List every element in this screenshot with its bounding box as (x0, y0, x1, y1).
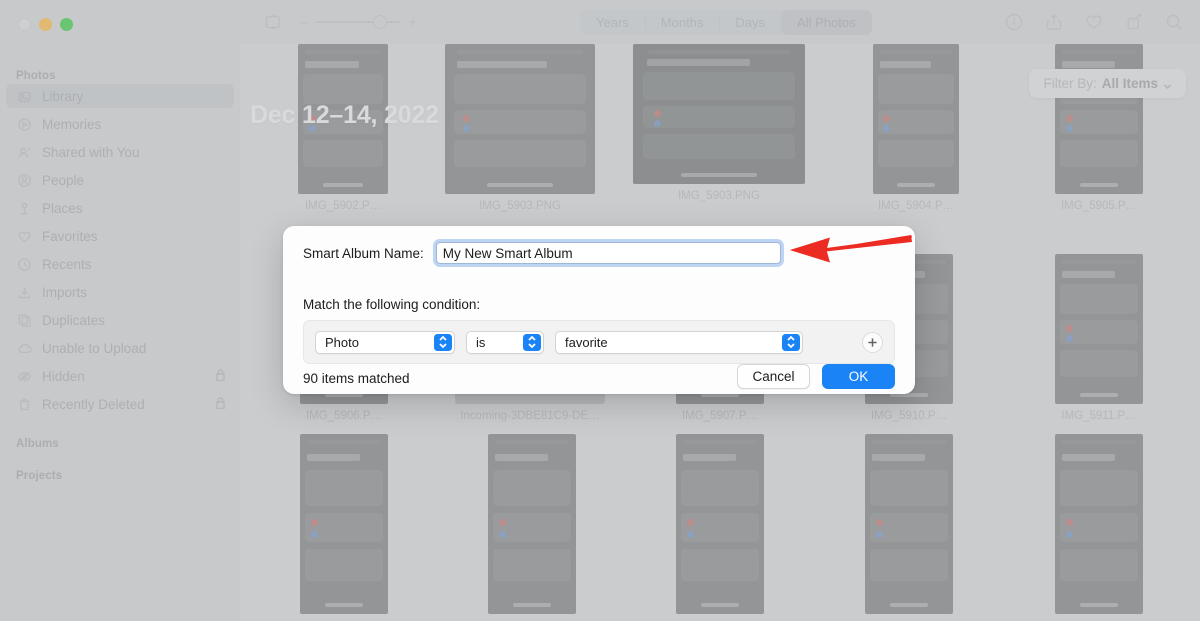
plus-icon (868, 337, 877, 347)
items-matched-status: 90 items matched (303, 371, 410, 386)
chevron-updown-icon (782, 333, 800, 351)
condition-row: Photo is favorite (303, 320, 895, 364)
condition-value-dropdown[interactable]: favorite (555, 330, 803, 354)
chevron-updown-icon (434, 333, 452, 351)
photos-app-window: Photos Library Memories Shared with You Peo… (0, 0, 1200, 621)
condition-value-value: favorite (565, 334, 608, 350)
condition-subject-value: Photo (325, 334, 359, 350)
add-condition-button[interactable] (862, 331, 883, 353)
match-condition-label: Match the following condition: (303, 297, 481, 312)
ok-button[interactable]: OK (822, 364, 895, 389)
smart-album-name-input[interactable] (435, 242, 781, 264)
condition-subject-dropdown[interactable]: Photo (315, 330, 455, 354)
chevron-updown-icon (523, 333, 541, 351)
cancel-button[interactable]: Cancel (737, 364, 810, 389)
dialog-actions: Cancel OK (737, 364, 895, 389)
smart-album-name-row: Smart Album Name: (303, 242, 781, 264)
red-arrow-annotation-icon (790, 235, 912, 263)
condition-operator-dropdown[interactable]: is (466, 330, 544, 354)
condition-operator-value: is (476, 334, 486, 350)
smart-album-name-label: Smart Album Name: (303, 245, 424, 261)
